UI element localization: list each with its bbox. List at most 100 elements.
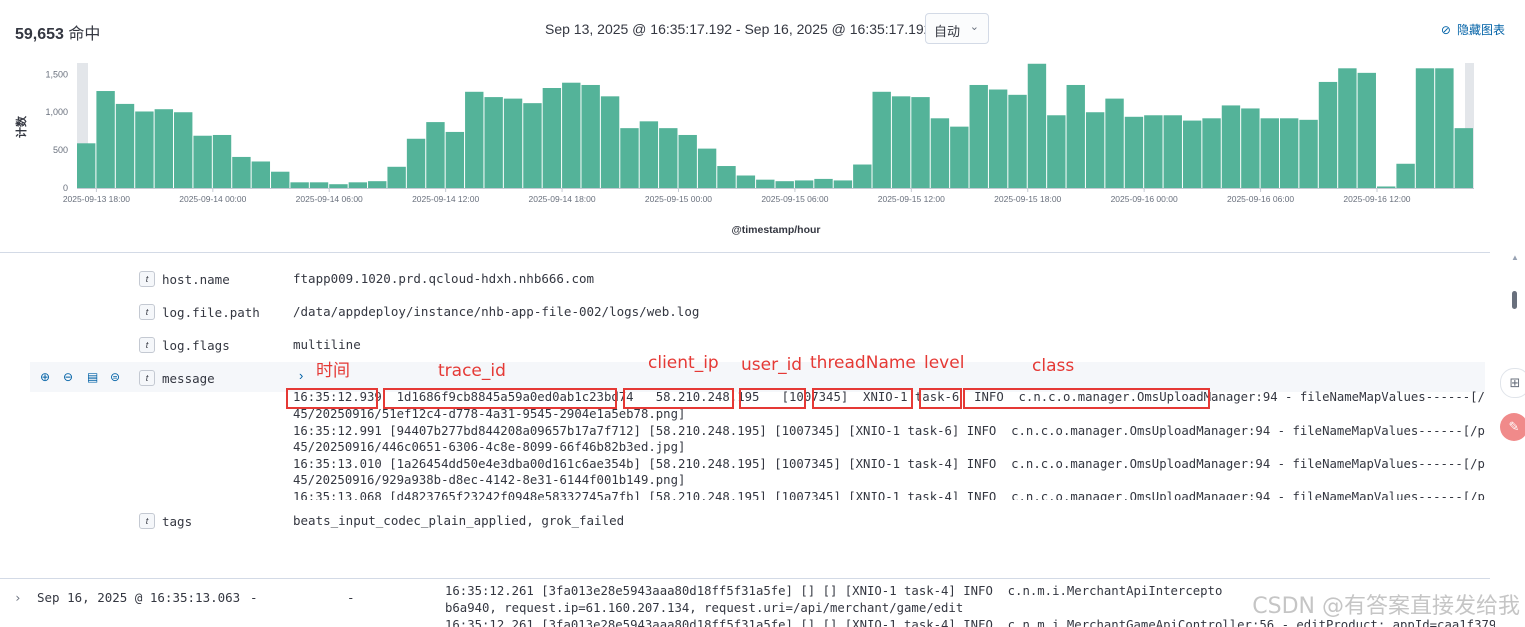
chart-bar[interactable] xyxy=(775,181,794,188)
chart-bar[interactable] xyxy=(406,138,426,188)
chart-bar[interactable] xyxy=(930,118,950,188)
y-tick-label: 1,000 xyxy=(45,107,68,117)
chart-bar[interactable] xyxy=(174,112,193,188)
chart-bar[interactable] xyxy=(678,134,697,188)
toggle-column-icon[interactable]: ▤ xyxy=(87,370,98,384)
chart-bar[interactable] xyxy=(1318,81,1338,188)
chart-bar[interactable] xyxy=(348,182,368,188)
chart-bar[interactable] xyxy=(1008,94,1027,188)
chart-bar[interactable] xyxy=(96,91,115,188)
chart-bar[interactable] xyxy=(1066,84,1085,188)
eye-closed-icon: ⊘ xyxy=(1440,23,1451,37)
chart-bar[interactable] xyxy=(1182,120,1202,188)
chart-bar[interactable] xyxy=(872,91,891,188)
chart-bar[interactable] xyxy=(600,96,620,188)
assistant-icon[interactable]: ✎ xyxy=(1500,413,1525,441)
filter-exists-icon[interactable]: ⊜ xyxy=(110,370,120,384)
chart-bar[interactable] xyxy=(523,103,542,188)
message-line: 45/20250916/51ef12c4-d778-4a31-9545-2904… xyxy=(293,407,686,421)
chart-bar[interactable] xyxy=(697,148,717,188)
grid-icon[interactable]: ⊞ xyxy=(1500,368,1525,398)
chart-bar[interactable] xyxy=(1124,116,1144,188)
interval-select-value: 自动 xyxy=(934,24,961,39)
chart-bar[interactable] xyxy=(212,134,232,188)
chart-bar[interactable] xyxy=(950,126,969,188)
chart-bar[interactable] xyxy=(969,84,988,188)
chart-bar[interactable] xyxy=(1260,118,1279,188)
chart-bar[interactable] xyxy=(135,111,154,188)
chart-bar[interactable] xyxy=(387,166,406,188)
chart-bar[interactable] xyxy=(232,156,251,188)
chart-bar[interactable] xyxy=(484,97,503,188)
chart-bar[interactable] xyxy=(1105,98,1124,188)
chart-bar[interactable] xyxy=(833,180,853,188)
chart-bar[interactable] xyxy=(1454,128,1473,188)
chart-bar[interactable] xyxy=(794,180,814,188)
chart-bar[interactable] xyxy=(1241,108,1260,188)
chart-bar[interactable] xyxy=(193,135,212,188)
highlight-class xyxy=(963,388,1210,409)
chart-bar[interactable] xyxy=(562,82,581,188)
chart-bar[interactable] xyxy=(426,122,445,188)
hit-count-label: 命中 xyxy=(68,26,101,43)
chart-bar[interactable] xyxy=(736,175,756,189)
chart-bar[interactable] xyxy=(1338,68,1357,188)
row-timestamp: Sep 16, 2025 @ 16:35:13.063 xyxy=(37,590,241,605)
chart-bar[interactable] xyxy=(1047,115,1066,188)
chart-bar[interactable] xyxy=(329,184,348,188)
chart-bar[interactable] xyxy=(1396,163,1415,188)
chart-bar[interactable] xyxy=(251,161,271,188)
scroll-up-icon[interactable]: ▲ xyxy=(1511,253,1519,262)
chart-bar[interactable] xyxy=(620,128,639,188)
chart-bar[interactable] xyxy=(309,182,329,188)
chart-bar[interactable] xyxy=(465,91,484,188)
chart-bar[interactable] xyxy=(1085,112,1105,188)
chart-bar[interactable] xyxy=(290,182,309,188)
chart-bar[interactable] xyxy=(911,97,930,188)
chart-bar[interactable] xyxy=(581,84,600,188)
chart-bar[interactable] xyxy=(154,109,174,188)
chart-bar[interactable] xyxy=(503,98,523,188)
filter-out-value-icon[interactable]: ⊖ xyxy=(63,370,73,384)
x-tick-label: 2025-09-15 18:00 xyxy=(994,194,1061,204)
chart-bar[interactable] xyxy=(1202,118,1221,188)
chart-bar[interactable] xyxy=(853,164,872,188)
chart-bar[interactable] xyxy=(814,178,833,188)
chart-bar[interactable] xyxy=(542,88,562,188)
chart-bar[interactable] xyxy=(1357,72,1376,188)
chart-bar[interactable] xyxy=(756,179,775,188)
interval-select[interactable]: 自动 ⌄ xyxy=(925,13,989,44)
chart-bar[interactable] xyxy=(1279,118,1299,188)
chart-bar[interactable] xyxy=(271,171,290,188)
highlight-thread-name xyxy=(812,388,913,409)
field-value-host: ftapp009.1020.prd.qcloud-hdxh.nhb666.com xyxy=(293,271,595,286)
expand-row-icon[interactable]: › xyxy=(14,590,22,605)
chart-bar[interactable] xyxy=(717,166,736,188)
chart-bar[interactable] xyxy=(445,131,465,188)
chart-bar[interactable] xyxy=(1144,115,1163,188)
chart-bar[interactable] xyxy=(1299,119,1318,188)
chart-bar[interactable] xyxy=(988,89,1008,188)
histogram-chart[interactable]: 0 500 1,000 1,500 计数 2025-09-13 18:00 2025-09-… xyxy=(0,55,1490,240)
hide-chart-button[interactable]: ⊘ 隐藏图表 xyxy=(1441,21,1505,38)
chart-bar[interactable] xyxy=(1163,115,1182,188)
filter-for-value-icon[interactable]: ⊕ xyxy=(40,370,50,384)
chart-bar[interactable] xyxy=(659,128,678,188)
chart-bar[interactable] xyxy=(1027,63,1047,188)
x-tick-label: 2025-09-14 18:00 xyxy=(529,194,596,204)
chart-bar[interactable] xyxy=(1415,68,1435,188)
chart-bar[interactable] xyxy=(368,181,387,188)
chart-bar[interactable] xyxy=(639,121,659,188)
chevron-right-icon: › xyxy=(299,368,304,383)
chart-bar[interactable] xyxy=(1435,68,1454,188)
chart-bar[interactable] xyxy=(115,103,135,188)
chart-bar[interactable] xyxy=(891,96,911,188)
chart-bar[interactable] xyxy=(77,143,96,188)
chart-bar[interactable] xyxy=(1376,186,1396,188)
chart-bar[interactable] xyxy=(1221,105,1241,188)
watermark: CSDN @有答案直接发给我 xyxy=(1252,594,1520,619)
annotation-thread-name: threadName xyxy=(810,353,916,373)
x-tick-label: 2025-09-16 12:00 xyxy=(1343,194,1410,204)
string-type-icon: t xyxy=(139,304,155,320)
scrollbar-thumb[interactable] xyxy=(1512,291,1517,309)
